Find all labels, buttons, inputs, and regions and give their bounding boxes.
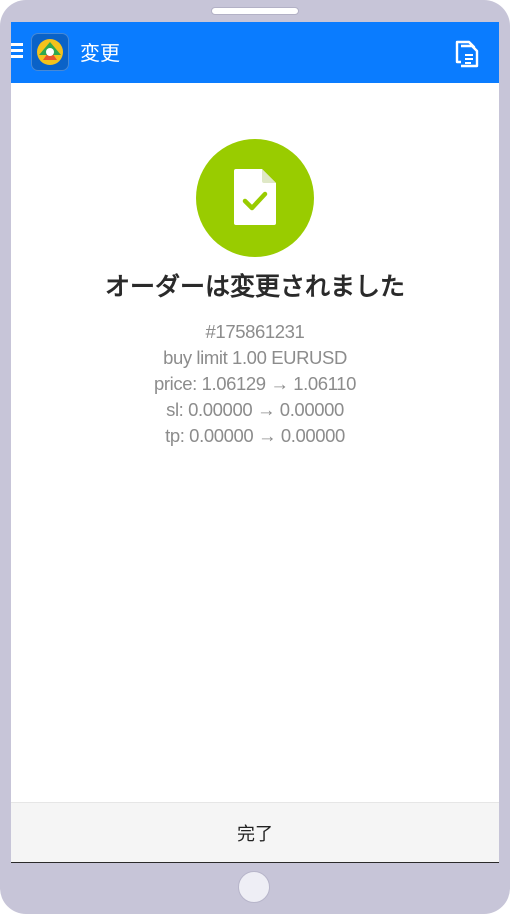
success-status-badge [196,139,314,257]
device-frame: 変更 オーダーは変更されました #175861231 buy limit 1.0… [0,0,510,914]
done-button[interactable]: 完了 [207,812,303,854]
app-screen: 変更 オーダーは変更されました #175861231 buy limit 1.0… [11,22,499,863]
price-change: price: 1.06129 → 1.06110 [154,373,356,394]
order-type-volume-symbol: buy limit 1.00 EURUSD [163,347,347,368]
document-check-icon [232,167,278,227]
bottom-action-bar: 完了 [11,802,499,863]
toolbar-title: 変更 [80,41,120,65]
device-speaker [211,7,299,15]
metatrader-logo-icon [31,33,69,71]
stop-loss-change: sl: 0.00000 → 0.00000 [166,399,344,420]
order-details: #175861231 buy limit 1.00 EURUSD price: … [11,319,499,449]
home-button[interactable] [238,871,270,903]
toolbar: 変更 [11,22,499,83]
take-profit-change: tp: 0.00000 → 0.00000 [165,425,345,446]
copy-icon[interactable] [452,38,480,68]
order-number: #175861231 [205,321,305,342]
screen-divider [11,862,499,863]
result-heading: オーダーは変更されました [104,272,405,301]
hamburger-menu-icon[interactable] [11,43,23,61]
